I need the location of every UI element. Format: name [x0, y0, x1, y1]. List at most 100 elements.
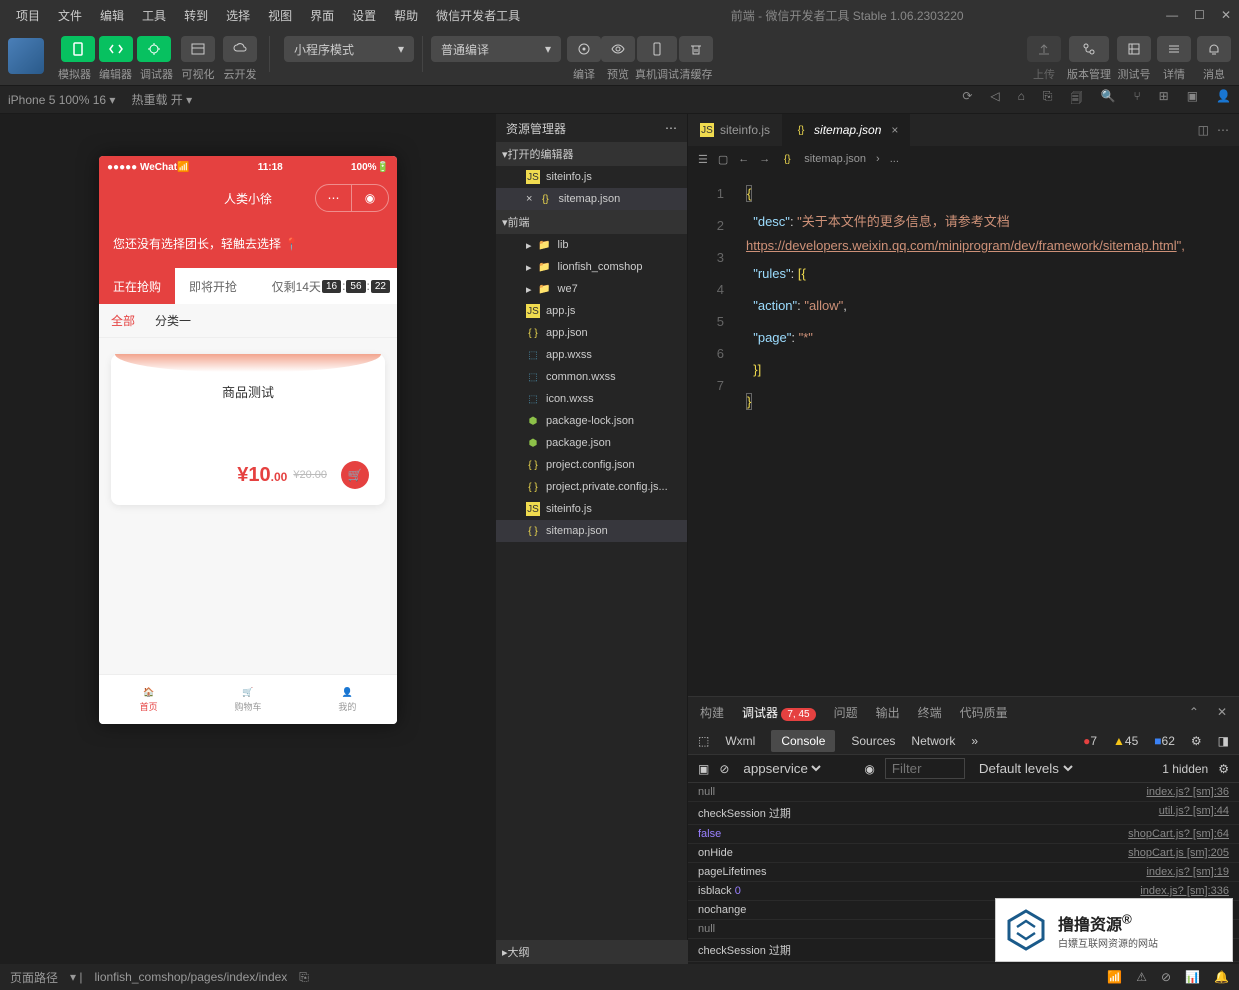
- hot-reload[interactable]: 热重载 开 ▾: [131, 91, 192, 108]
- device-select[interactable]: iPhone 5 100% 16 ▾: [8, 93, 115, 107]
- tree-item[interactable]: ▸ 📁lionfish_comshop: [496, 256, 687, 278]
- menu-goto[interactable]: 转到: [176, 3, 216, 28]
- visual-button[interactable]: [181, 36, 215, 62]
- mode-select[interactable]: 小程序模式▾: [284, 36, 414, 62]
- tab-buying[interactable]: 正在抢购: [99, 268, 175, 304]
- dbg-tab-debugger[interactable]: 调试器 7, 45: [742, 704, 816, 721]
- clear-icon[interactable]: ⊘: [719, 762, 729, 776]
- home-icon[interactable]: ⌂: [1018, 89, 1025, 110]
- avatar[interactable]: [8, 38, 44, 74]
- inspect-icon[interactable]: ⬚: [698, 734, 709, 748]
- arrow-right-icon[interactable]: →: [759, 153, 770, 165]
- menu-interface[interactable]: 界面: [302, 3, 342, 28]
- preview-button[interactable]: [601, 36, 635, 62]
- tree-item[interactable]: { }project.private.config.js...: [496, 476, 687, 498]
- tree-item[interactable]: JSapp.js: [496, 300, 687, 322]
- code-editor[interactable]: 1234567 { "desc": "关于本文件的更多信息，请参考文档 http…: [688, 172, 1239, 696]
- menu-tools[interactable]: 工具: [134, 3, 174, 28]
- bell-icon[interactable]: 🔔: [1214, 970, 1229, 984]
- menu-settings[interactable]: 设置: [344, 3, 384, 28]
- tree-item[interactable]: { }sitemap.json: [496, 520, 687, 542]
- log-row[interactable]: nullindex.js? [sm]:36: [688, 783, 1239, 802]
- chevron-up-icon[interactable]: ⌃: [1189, 705, 1199, 719]
- capsule-menu-icon[interactable]: ⋯: [316, 185, 352, 211]
- dbg-tab-problems[interactable]: 问题: [834, 704, 858, 721]
- error-icon[interactable]: ⊘: [1161, 970, 1171, 984]
- crumb-file[interactable]: sitemap.json: [804, 153, 866, 165]
- dbg-tab-terminal[interactable]: 终端: [918, 704, 942, 721]
- warning-icon[interactable]: ⚠: [1136, 970, 1147, 984]
- split-icon[interactable]: ◫: [1198, 123, 1209, 137]
- more-icon[interactable]: ⋯: [1217, 123, 1229, 137]
- tree-item[interactable]: ▸ 📁we7: [496, 278, 687, 300]
- arrow-left-icon[interactable]: ←: [738, 153, 749, 165]
- open-editors-section[interactable]: ▾ 打开的编辑器: [496, 142, 687, 166]
- simulator-button[interactable]: [61, 36, 95, 62]
- signal-icon[interactable]: 📶: [1107, 970, 1122, 984]
- dbg-tab-quality[interactable]: 代码质量: [960, 704, 1008, 721]
- phone-banner[interactable]: 您还没有选择团长，轻触去选择 📍: [99, 218, 397, 268]
- log-row[interactable]: onHideshopCart.js [sm]:205: [688, 844, 1239, 863]
- perf-icon[interactable]: 📊: [1185, 970, 1200, 984]
- extension-icon[interactable]: ▣: [1187, 89, 1198, 110]
- tabbar-home[interactable]: 🏠首页: [99, 675, 198, 724]
- menu-file[interactable]: 文件: [50, 3, 90, 28]
- levels-select[interactable]: Default levels: [975, 760, 1076, 777]
- gear-icon[interactable]: ⚙: [1218, 762, 1229, 776]
- gear-icon[interactable]: ⚙: [1191, 734, 1202, 748]
- maximize-icon[interactable]: ☐: [1194, 8, 1205, 22]
- log-row[interactable]: pageLifetimesindex.js? [sm]:19: [688, 863, 1239, 882]
- cat-all[interactable]: 全部: [111, 312, 135, 329]
- tab-close-icon[interactable]: ×: [891, 123, 898, 137]
- log-row[interactable]: checkSession 过期util.js? [sm]:44: [688, 802, 1239, 825]
- tab-console[interactable]: Console: [771, 730, 835, 752]
- test-button[interactable]: [1117, 36, 1151, 62]
- version-button[interactable]: [1069, 36, 1109, 62]
- tab-upcoming[interactable]: 即将开抢: [175, 268, 251, 304]
- more-tabs-icon[interactable]: »: [971, 734, 978, 748]
- tab-network[interactable]: Network: [911, 734, 955, 748]
- root-section[interactable]: ▾ 前端: [496, 210, 687, 234]
- page-path[interactable]: lionfish_comshop/pages/index/index: [95, 970, 288, 984]
- tab-wxml[interactable]: Wxml: [725, 734, 755, 748]
- tabbar-mine[interactable]: 👤我的: [298, 675, 397, 724]
- dbg-tab-build[interactable]: 构建: [700, 704, 724, 721]
- open-sitemap[interactable]: ×{}sitemap.json: [496, 188, 687, 210]
- tree-item[interactable]: ⬢package-lock.json: [496, 410, 687, 432]
- tree-item[interactable]: { }project.config.json: [496, 454, 687, 476]
- menu-view[interactable]: 视图: [260, 3, 300, 28]
- editor-button[interactable]: [99, 36, 133, 62]
- compile-select[interactable]: 普通编译▾: [431, 36, 561, 62]
- tree-item[interactable]: ⬚icon.wxss: [496, 388, 687, 410]
- menu-help[interactable]: 帮助: [386, 3, 426, 28]
- search-icon[interactable]: 🔍: [1100, 89, 1115, 110]
- hidden-count[interactable]: 1 hidden: [1162, 762, 1208, 776]
- tree-item[interactable]: ⬚common.wxss: [496, 366, 687, 388]
- tree-item[interactable]: ▸ 📁lib: [496, 234, 687, 256]
- tree-item[interactable]: ⬚app.wxss: [496, 344, 687, 366]
- compile-button[interactable]: [567, 36, 601, 62]
- close-icon[interactable]: ✕: [1221, 8, 1231, 22]
- tab-siteinfo[interactable]: JSsiteinfo.js: [688, 114, 782, 146]
- clear-button[interactable]: [679, 36, 713, 62]
- tree-item[interactable]: ⬢package.json: [496, 432, 687, 454]
- refresh-icon[interactable]: ⟳: [962, 89, 972, 110]
- code-body[interactable]: { "desc": "关于本文件的更多信息，请参考文档 https://deve…: [736, 172, 1239, 696]
- tab-sources[interactable]: Sources: [851, 734, 895, 748]
- debugger-button[interactable]: [137, 36, 171, 62]
- eye-icon[interactable]: ◉: [864, 762, 874, 776]
- message-button[interactable]: [1197, 36, 1231, 62]
- context-select[interactable]: appservice: [739, 760, 824, 777]
- tab-sitemap[interactable]: {}sitemap.json×: [782, 114, 910, 146]
- open-siteinfo[interactable]: JSsiteinfo.js: [496, 166, 687, 188]
- minimize-icon[interactable]: —: [1166, 8, 1178, 22]
- outline-section[interactable]: ▸ 大纲: [496, 940, 688, 964]
- filter-input[interactable]: [885, 758, 965, 779]
- close-icon[interactable]: ✕: [1217, 705, 1227, 719]
- bookmark-icon[interactable]: ▢: [718, 153, 728, 166]
- product-card[interactable]: 商品测试 ¥10.00 ¥20.00 🛒: [111, 354, 385, 505]
- login-icon[interactable]: 👤: [1216, 89, 1231, 110]
- cat-1[interactable]: 分类一: [155, 312, 191, 329]
- screenshot-icon[interactable]: ⎘: [1043, 89, 1053, 110]
- grid-icon[interactable]: ⊞: [1159, 89, 1169, 110]
